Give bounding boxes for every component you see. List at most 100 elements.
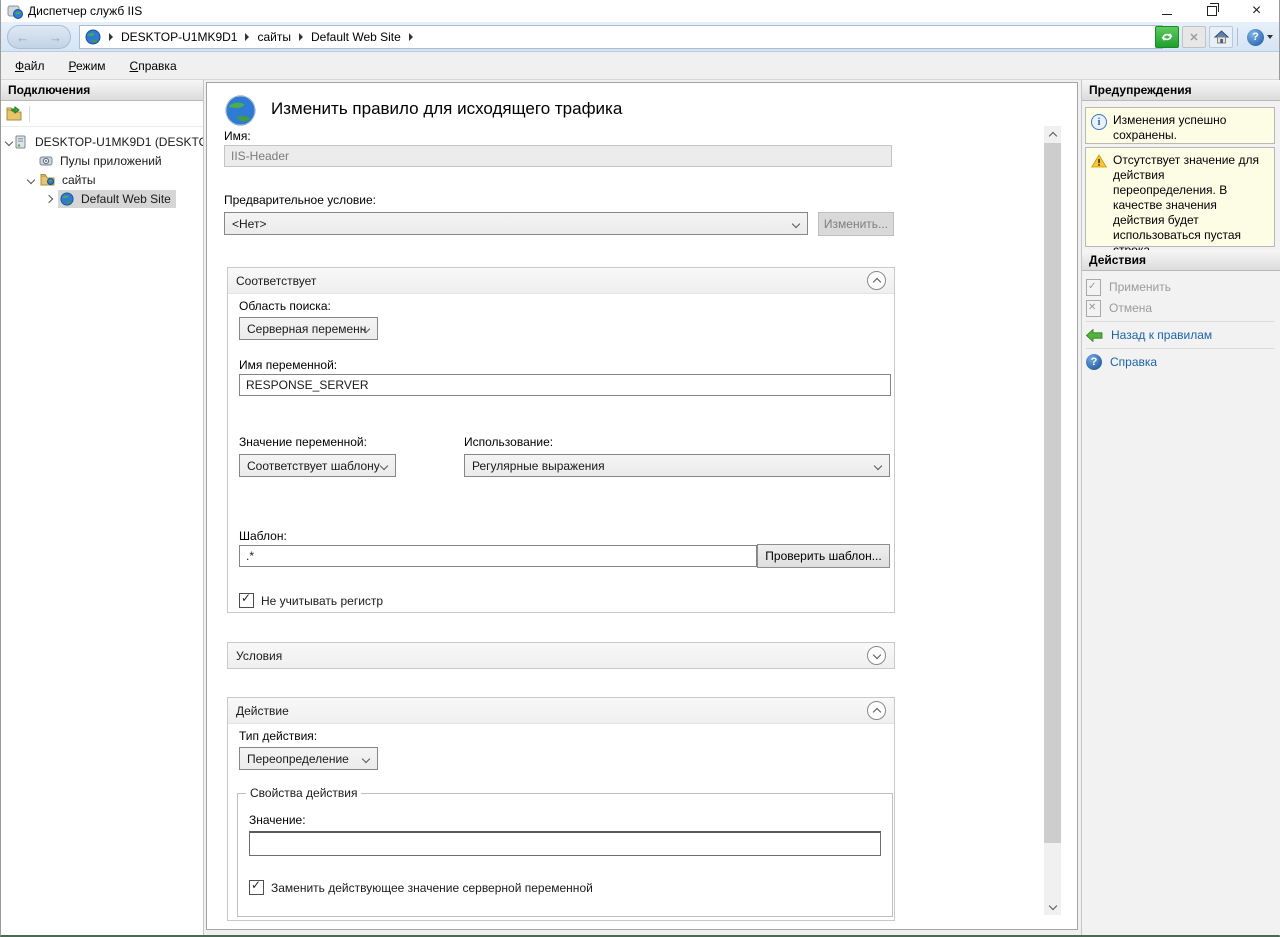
apply-icon — [1086, 279, 1101, 296]
section-title: Условия — [236, 649, 282, 663]
tree-item-label: Пулы приложений — [57, 153, 165, 169]
pattern-input[interactable] — [239, 545, 757, 567]
connections-header: Подключения — [1, 80, 203, 101]
group-title: Свойства действия — [246, 786, 361, 800]
collapse-button[interactable] — [867, 701, 886, 720]
tree-item-label: Default Web Site — [78, 191, 174, 207]
collapse-button[interactable] — [867, 271, 886, 290]
toolbar-separator — [29, 106, 30, 122]
breadcrumb-item-sites[interactable]: сайты — [257, 30, 291, 44]
action-type-label: Тип действия: — [239, 729, 317, 743]
test-pattern-button[interactable]: Проверить шаблон... — [757, 544, 890, 568]
breadcrumb-item-server[interactable]: DESKTOP-U1MK9D1 — [121, 30, 237, 44]
stop-icon: ✕ — [1189, 31, 1198, 44]
using-select[interactable]: Регулярные выражения — [464, 454, 890, 477]
name-field — [224, 145, 892, 167]
variable-value-label: Значение переменной: — [239, 435, 367, 449]
ignore-case-label: Не учитывать регистр — [261, 594, 383, 608]
conditions-section-header[interactable]: Условия — [228, 643, 894, 668]
chevron-right-icon[interactable] — [42, 196, 56, 202]
scope-label: Область поиска: — [239, 299, 331, 313]
action-section-header[interactable]: Действие — [228, 698, 894, 724]
chevron-up-icon — [872, 277, 880, 285]
actions-separator — [1086, 321, 1274, 322]
address-bar-icons: ✕ ? — [1152, 26, 1275, 48]
window-title: Диспетчер служб IIS — [28, 4, 142, 18]
chevron-down-icon — [1267, 35, 1273, 39]
alerts-header: Предупреждения — [1082, 80, 1280, 101]
iis-manager-window: Диспетчер служб IIS × ← → DESKTOP-U1MK9D… — [0, 0, 1280, 937]
vertical-scrollbar[interactable] — [1044, 126, 1061, 915]
tree-item-default-web-site[interactable]: Default Web Site — [1, 189, 203, 208]
precondition-label: Предварительное условие: — [224, 193, 376, 207]
title-bar: Диспетчер служб IIS × — [1, 0, 1279, 22]
tree-item-server[interactable]: DESKTOP-U1MK9D1 (DESKTOP — [1, 132, 203, 151]
edit-precondition-button[interactable]: Изменить... — [818, 212, 894, 236]
back-button[interactable]: ← — [16, 31, 29, 44]
replace-value-row: Заменить действующее значение серверной … — [249, 880, 593, 895]
action-type-select[interactable]: Переопределение — [239, 747, 378, 770]
scope-select[interactable]: Серверная переменн — [239, 317, 378, 340]
warning-icon — [1091, 154, 1107, 168]
chevron-up-icon — [1048, 132, 1056, 140]
help-icon: ? — [1247, 29, 1264, 46]
close-button[interactable]: × — [1234, 0, 1279, 22]
precondition-select[interactable]: <Нет> — [224, 212, 808, 235]
variable-value-select[interactable]: Соответствует шаблону — [239, 454, 396, 477]
back-to-rules-action[interactable]: Назад к правилам — [1086, 326, 1212, 344]
help-action[interactable]: ? Справка — [1086, 353, 1157, 371]
sites-folder-icon — [40, 173, 55, 186]
alert-text: Изменения успешно сохранены. — [1113, 113, 1270, 138]
menu-bar: Файл Режим Справка — [1, 52, 1279, 80]
restore-icon — [1207, 6, 1217, 16]
connections-tree: DESKTOP-U1MK9D1 (DESKTOP Пулы приложений… — [1, 127, 203, 208]
globe-icon — [85, 29, 101, 45]
tree-item-sites[interactable]: сайты — [1, 170, 203, 189]
alert-info: i Изменения успешно сохранены. — [1085, 107, 1275, 144]
back-to-rules-label: Назад к правилам — [1111, 328, 1212, 342]
breadcrumb-item-site[interactable]: Default Web Site — [311, 30, 401, 44]
save-connection-icon[interactable] — [6, 106, 22, 121]
breadcrumb-separator-icon — [109, 33, 113, 41]
section-title: Соответствует — [236, 274, 316, 288]
menu-view[interactable]: Режим — [59, 55, 116, 77]
help-icon: ? — [1086, 354, 1102, 370]
value-input[interactable] — [249, 831, 881, 856]
help-button[interactable]: ? — [1245, 27, 1275, 47]
home-button[interactable] — [1209, 26, 1233, 48]
globe-icon — [224, 94, 257, 127]
minimize-icon — [1162, 13, 1172, 15]
apply-action: Применить — [1086, 278, 1171, 296]
replace-value-checkbox[interactable] — [249, 880, 264, 895]
menu-file[interactable]: Файл — [5, 55, 55, 77]
variable-name-input[interactable] — [239, 374, 891, 396]
scroll-down-button[interactable] — [1044, 898, 1061, 915]
scroll-up-button[interactable] — [1044, 126, 1061, 143]
breadcrumb-separator-icon — [409, 33, 413, 41]
tree-item-label: сайты — [59, 172, 99, 188]
window-controls: × — [1144, 0, 1279, 22]
connections-toolbar — [1, 101, 203, 127]
ignore-case-checkbox[interactable] — [239, 593, 254, 608]
scrollbar-thumb[interactable] — [1044, 143, 1061, 843]
refresh-button[interactable] — [1155, 26, 1179, 48]
name-label: Имя: — [224, 129, 251, 143]
stop-button[interactable]: ✕ — [1182, 26, 1206, 48]
right-panel: Предупреждения i Изменения успешно сохра… — [1081, 80, 1280, 935]
using-label: Использование: — [464, 435, 553, 449]
server-icon — [14, 135, 28, 149]
section-title: Действие — [236, 704, 289, 718]
restore-button[interactable] — [1189, 0, 1234, 22]
minimize-button[interactable] — [1144, 0, 1189, 22]
expand-button[interactable] — [867, 646, 886, 665]
chevron-down-icon[interactable] — [24, 177, 38, 183]
chevron-down-icon — [792, 220, 800, 228]
tree-item-app-pools[interactable]: Пулы приложений — [1, 151, 203, 170]
chevron-down-icon — [1048, 901, 1056, 909]
chevron-down-icon[interactable] — [6, 139, 12, 145]
breadcrumb: DESKTOP-U1MK9D1 сайты Default Web Site — [79, 25, 1163, 49]
match-section-header[interactable]: Соответствует — [228, 268, 894, 294]
forward-button[interactable]: → — [49, 31, 62, 44]
menu-help[interactable]: Справка — [120, 55, 187, 77]
breadcrumb-separator-icon — [245, 33, 249, 41]
